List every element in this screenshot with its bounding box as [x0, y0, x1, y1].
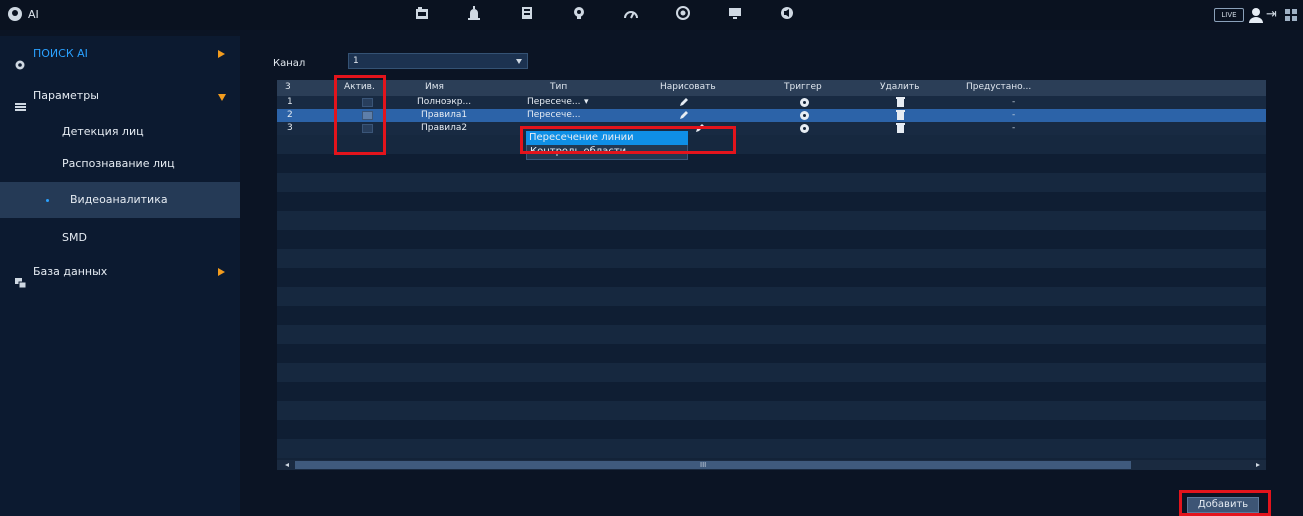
annotation-box-add: [1179, 490, 1271, 516]
trash-icon[interactable]: [896, 123, 905, 133]
gear-icon[interactable]: [800, 111, 809, 120]
chevron-down-icon: [218, 94, 226, 101]
list-icon: [15, 91, 26, 111]
gear-icon[interactable]: [800, 124, 809, 133]
header-name: Имя: [425, 82, 444, 92]
empty-row: [277, 420, 1266, 439]
rule-name: Полноэкр...: [417, 97, 472, 107]
sidebar-item-label: ПОИСК AI: [33, 47, 88, 60]
horizontal-scrollbar[interactable]: III: [277, 460, 1266, 470]
camera-icon[interactable]: [413, 6, 431, 24]
preset-value: -: [1012, 123, 1016, 133]
storage-icon[interactable]: [518, 6, 536, 24]
empty-row: [277, 306, 1266, 325]
empty-row: [277, 192, 1266, 211]
channel-select[interactable]: 1: [348, 53, 528, 69]
pencil-icon[interactable]: [679, 98, 689, 107]
empty-row: [277, 401, 1266, 420]
preset-value: -: [1012, 97, 1016, 107]
empty-row: [277, 230, 1266, 249]
rule-type[interactable]: Пересече...: [527, 110, 580, 120]
sidebar-item-ai-search[interactable]: ПОИСК AI: [0, 36, 240, 72]
chevron-right-icon: [218, 50, 225, 58]
annotation-box-type: [520, 126, 736, 154]
active-indicator: [46, 199, 49, 202]
app-title: AI: [28, 8, 39, 21]
channel-label: Канал: [273, 58, 306, 69]
sidebar-item-label: Распознавание лиц: [62, 157, 175, 170]
sidebar-item-face-detection[interactable]: Детекция лиц: [0, 114, 240, 150]
database-icon: [15, 267, 27, 289]
empty-row: [277, 325, 1266, 344]
trash-icon[interactable]: [896, 97, 905, 107]
table-header: 3 Актив. Имя Тип Нарисовать Триггер Удал…: [277, 80, 1266, 96]
empty-row: [277, 287, 1266, 306]
sidebar-item-label: SMD: [62, 231, 87, 244]
top-bar: AI LIVE ⇥: [0, 0, 1303, 30]
empty-row: [277, 344, 1266, 363]
rule-type[interactable]: Пересече...: [527, 97, 580, 107]
empty-row: [277, 154, 1266, 173]
ai-icon[interactable]: [570, 6, 588, 24]
table-row[interactable]: 3 Правила2 -: [277, 122, 1266, 135]
annotation-box-active: [334, 75, 386, 155]
empty-row: [277, 173, 1266, 192]
table-row[interactable]: 1 Полноэкр... Пересече... ▾ -: [277, 96, 1266, 109]
gear-icon[interactable]: [800, 98, 809, 107]
scroll-thumb[interactable]: III: [295, 461, 1131, 469]
row-number: 1: [287, 97, 293, 107]
rules-table: 3 Актив. Имя Тип Нарисовать Триггер Удал…: [277, 80, 1266, 460]
sidebar-item-label: База данных: [33, 265, 108, 278]
scroll-right-icon[interactable]: [1256, 463, 1260, 467]
chevron-down-icon: ▾: [584, 97, 589, 107]
search-icon: [15, 49, 26, 70]
empty-row: [277, 135, 1266, 154]
row-number: 2: [287, 110, 293, 120]
empty-row: [277, 211, 1266, 230]
sidebar-item-smd[interactable]: SMD: [0, 220, 240, 256]
channel-value: 1: [353, 56, 359, 66]
sidebar-item-label: Детекция лиц: [62, 125, 144, 138]
sidebar: ПОИСК AI Параметры Детекция лиц Распозна…: [0, 36, 240, 516]
rule-name: Правила2: [421, 123, 468, 133]
grid-menu-icon[interactable]: [1285, 9, 1297, 21]
sidebar-item-parameters[interactable]: Параметры: [0, 78, 240, 114]
user-icon[interactable]: [1249, 7, 1263, 23]
sidebar-item-label: Параметры: [33, 89, 99, 102]
live-button[interactable]: LIVE: [1214, 8, 1244, 22]
sidebar-item-label: Видеоаналитика: [70, 193, 168, 206]
sidebar-item-face-recognition[interactable]: Распознавание лиц: [0, 146, 240, 182]
pencil-icon[interactable]: [679, 111, 689, 120]
alarm-icon[interactable]: [465, 6, 483, 24]
sidebar-item-database[interactable]: База данных: [0, 254, 240, 290]
scroll-grip: III: [700, 461, 707, 469]
chevron-down-icon: [516, 59, 522, 64]
table-row[interactable]: 2 Правила1 Пересече... -: [277, 109, 1266, 122]
ai-logo-icon: [8, 7, 22, 21]
system-icon[interactable]: [674, 6, 692, 24]
header-trigger: Триггер: [784, 82, 822, 92]
empty-row: [277, 268, 1266, 287]
display-icon[interactable]: [726, 6, 744, 24]
sidebar-item-video-analytics[interactable]: Видеоаналитика: [0, 182, 240, 218]
empty-row: [277, 439, 1266, 458]
rule-name: Правила1: [421, 110, 468, 120]
empty-row: [277, 363, 1266, 382]
logout-icon[interactable]: ⇥: [1266, 7, 1277, 23]
header-preset: Предустано...: [966, 82, 1032, 92]
header-delete: Удалить: [880, 82, 920, 92]
header-draw: Нарисовать: [660, 82, 716, 92]
header-count: 3: [285, 82, 291, 92]
trash-icon[interactable]: [896, 110, 905, 120]
scroll-left-icon[interactable]: [285, 463, 289, 467]
chevron-right-icon: [218, 268, 225, 276]
empty-row: [277, 382, 1266, 401]
audio-icon[interactable]: [778, 6, 796, 24]
header-type: Тип: [550, 82, 568, 92]
network-icon[interactable]: [622, 6, 640, 24]
row-number: 3: [287, 123, 293, 133]
preset-value: -: [1012, 110, 1016, 120]
empty-row: [277, 249, 1266, 268]
